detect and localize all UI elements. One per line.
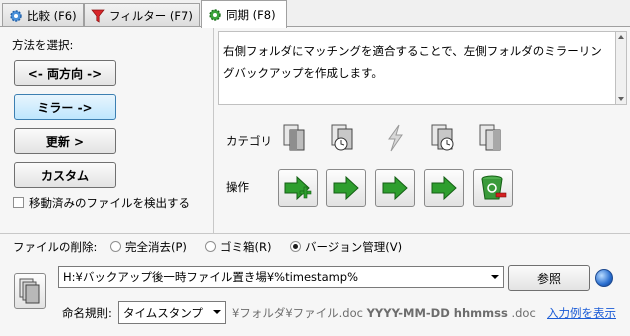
- tab-sync[interactable]: 同期 (F8): [201, 0, 287, 28]
- description-line: 右側フォルダにマッチングを適合することで、左側フォルダのミラーリン: [223, 44, 602, 58]
- sync-description: 右側フォルダにマッチングを適合することで、左側フォルダのミラーリン グバックアッ…: [218, 31, 616, 105]
- update-right-button[interactable]: [424, 169, 464, 207]
- show-example-link[interactable]: 入力例を表示: [547, 305, 616, 321]
- browse-button[interactable]: 参照: [508, 265, 590, 291]
- file-left-only-icon: [282, 123, 308, 153]
- detect-moved-label: 移動済みのファイルを検出する: [29, 196, 190, 210]
- category-label: カテゴリ: [226, 134, 272, 148]
- example-suffix: .doc: [511, 306, 536, 320]
- tab-label: 比較 (F6): [27, 8, 77, 23]
- divider: [0, 233, 630, 234]
- versioning-label: バージョン管理(V): [305, 240, 403, 254]
- file-right-newer-icon: [430, 123, 456, 153]
- filter-icon: [91, 9, 105, 23]
- tab-filter[interactable]: フィルター (F7): [84, 3, 200, 27]
- select-folder-button[interactable]: [14, 273, 46, 309]
- tab-bar: 比較 (F6) フィルター (F7) 同期 (F8): [0, 0, 630, 28]
- permanent-delete-label: 完全消去(P): [125, 240, 187, 254]
- delete-right-icon: [481, 175, 507, 200]
- divider: [213, 27, 214, 233]
- recycle-bin-label: ゴミ箱(R): [220, 240, 272, 254]
- deletion-label: ファイルの削除:: [13, 240, 98, 254]
- delete-right-button[interactable]: [473, 169, 513, 207]
- gear-green-icon: [208, 8, 222, 22]
- naming-convention-value: タイムスタンプ: [123, 305, 203, 320]
- folder-pages-icon: [19, 278, 40, 304]
- description-line: グバックアップを作成します。: [223, 66, 383, 80]
- tab-label: フィルター (F7): [109, 8, 193, 23]
- tab-label: 同期 (F8): [226, 7, 276, 22]
- create-right-button[interactable]: [278, 169, 318, 207]
- versioning-radio[interactable]: [290, 241, 301, 252]
- gear-blue-icon: [9, 9, 23, 23]
- file-different-icon: [382, 123, 408, 153]
- versioning-path-combobox[interactable]: H:¥バックアップ後一時ファイル置き場¥%timestamp%: [58, 266, 504, 288]
- naming-label: 命名規則:: [62, 306, 112, 320]
- update-right-button[interactable]: [326, 169, 366, 207]
- mirror-button[interactable]: ミラー ->: [14, 94, 116, 120]
- tab-compare[interactable]: 比較 (F6): [2, 3, 84, 27]
- versioning-path-value: H:¥バックアップ後一時ファイル置き場¥%timestamp%: [63, 270, 359, 284]
- description-scrollbar[interactable]: [615, 31, 627, 105]
- file-right-only-icon: [478, 123, 504, 153]
- naming-convention-select[interactable]: タイムスタンプ: [118, 301, 226, 324]
- example-prefix: ¥フォルダ¥ファイル.doc: [232, 306, 363, 320]
- two-way-button[interactable]: <- 両方向 ->: [14, 60, 116, 86]
- file-left-newer-icon: [330, 123, 356, 153]
- update-right-icon: [431, 175, 457, 201]
- example-timestamp: YYYY-MM-DD hhmmss: [366, 306, 508, 320]
- globe-icon[interactable]: [595, 269, 613, 287]
- recycle-bin-radio[interactable]: [205, 241, 216, 252]
- detect-moved-checkbox[interactable]: [13, 197, 24, 208]
- scroll-up-icon[interactable]: [618, 35, 624, 39]
- update-button[interactable]: 更新 >: [14, 128, 116, 154]
- scroll-down-icon[interactable]: [618, 97, 624, 101]
- create-right-icon: [284, 175, 312, 201]
- custom-button[interactable]: カスタム: [14, 162, 116, 188]
- sync-panel: 方法を選択: <- 両方向 -> ミラー -> 更新 > カスタム 移動済みのフ…: [0, 26, 630, 336]
- permanent-delete-radio[interactable]: [110, 241, 121, 252]
- chevron-down-icon[interactable]: [491, 275, 499, 279]
- method-label: 方法を選択:: [12, 38, 74, 52]
- update-right-button[interactable]: [375, 169, 415, 207]
- naming-example: ¥フォルダ¥ファイル.doc YYYY-MM-DD hhmmss .doc: [232, 305, 536, 321]
- chevron-down-icon[interactable]: [213, 310, 221, 314]
- action-label: 操作: [226, 180, 249, 194]
- update-right-icon: [382, 175, 408, 201]
- update-right-icon: [333, 175, 359, 201]
